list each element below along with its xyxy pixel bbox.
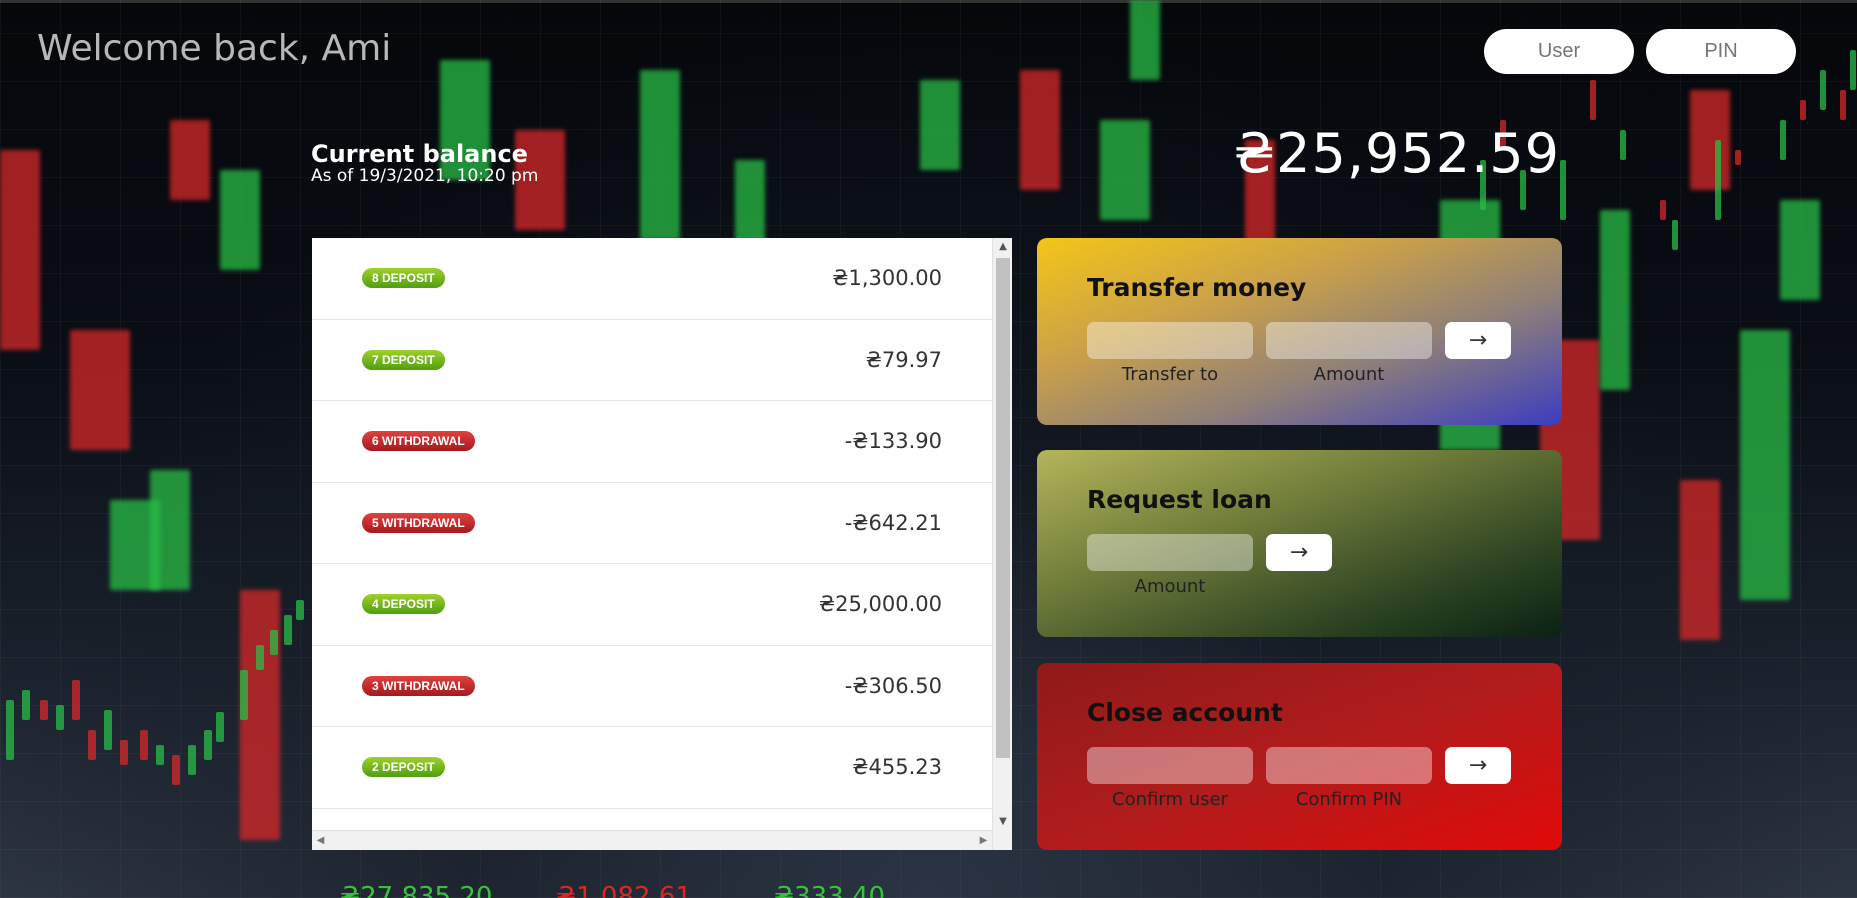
movement-value: ₴455.23: [852, 755, 942, 779]
login-user-input[interactable]: [1484, 29, 1634, 74]
movement-row: 8 DEPOSIT ₴1,300.00: [312, 238, 992, 320]
close-account-panel: Close account → Confirm user Confirm PIN: [1037, 663, 1562, 850]
loan-submit-button[interactable]: →: [1266, 534, 1332, 571]
movement-type-badge: 4 DEPOSIT: [362, 594, 445, 614]
scroll-up-icon[interactable]: ▲: [993, 238, 1012, 255]
summary-out-value: ₴1,082.61: [556, 882, 692, 898]
movement-value: -₴133.90: [844, 429, 942, 453]
transfer-amount-label: Amount: [1313, 364, 1385, 385]
movements-list: 8 DEPOSIT ₴1,300.00 7 DEPOSIT ₴79.97 6 WITHD…: [312, 238, 992, 809]
balance-date: As of 19/3/2021, 10:20 pm: [311, 166, 539, 186]
scroll-down-icon[interactable]: ▼: [993, 813, 1012, 830]
movement-type-badge: 3 WITHDRAWAL: [362, 675, 475, 696]
close-submit-button[interactable]: →: [1445, 747, 1511, 784]
loan-amount-label: Amount: [1134, 576, 1206, 597]
close-user-input[interactable]: [1087, 747, 1253, 784]
close-pin-input[interactable]: [1266, 747, 1432, 784]
scrollbar-thumb[interactable]: [996, 258, 1010, 758]
summary-interest-value: ₴333.40: [774, 882, 886, 898]
top-nav: Welcome back, Ami: [0, 0, 1857, 100]
welcome-message: Welcome back, Ami: [37, 28, 392, 69]
loan-title: Request loan: [1087, 485, 1272, 514]
balance-label: Current balance: [311, 140, 528, 168]
movement-value: ₴1,300.00: [832, 266, 942, 290]
balance-value: ₴25,952.59: [1233, 122, 1560, 185]
movement-type-badge: 5 WITHDRAWAL: [362, 512, 475, 533]
scroll-right-icon[interactable]: ▶: [975, 831, 992, 850]
close-pin-label: Confirm PIN: [1295, 789, 1403, 810]
loan-amount-input[interactable]: [1087, 534, 1253, 571]
movement-row: 7 DEPOSIT ₴79.97: [312, 320, 992, 401]
movement-row: 2 DEPOSIT ₴455.23: [312, 727, 992, 809]
summary-in-value: ₴27,835.20: [340, 882, 493, 898]
request-loan-panel: Request loan → Amount: [1037, 450, 1562, 637]
close-user-label: Confirm user: [1112, 789, 1228, 810]
movement-type-badge: 7 DEPOSIT: [362, 349, 445, 370]
transfer-submit-button[interactable]: →: [1445, 322, 1511, 359]
transfer-title: Transfer money: [1087, 273, 1307, 302]
movement-type-badge: 8 DEPOSIT: [362, 268, 445, 288]
movement-row: 6 WITHDRAWAL -₴133.90: [312, 401, 992, 483]
movement-row: 5 WITHDRAWAL -₴642.21: [312, 483, 992, 564]
vertical-scrollbar[interactable]: ▲ ▼: [992, 238, 1012, 850]
transfer-to-input[interactable]: [1087, 322, 1253, 359]
transfer-money-panel: Transfer money → Transfer to Amount: [1037, 238, 1562, 425]
movement-value: ₴25,000.00: [818, 592, 942, 616]
balance-info: Current balance As of 19/3/2021, 10:20 p…: [311, 140, 538, 186]
movement-type-badge: 6 WITHDRAWAL: [362, 431, 475, 451]
movement-value: -₴642.21: [844, 510, 942, 535]
movement-type-badge: 2 DEPOSIT: [362, 757, 445, 777]
movement-value: ₴79.97: [865, 347, 942, 372]
login-pin-input[interactable]: [1646, 29, 1796, 74]
movement-row: 4 DEPOSIT ₴25,000.00: [312, 564, 992, 646]
horizontal-scrollbar[interactable]: ◀ ▶: [312, 830, 992, 850]
close-title: Close account: [1087, 698, 1283, 727]
transfer-to-label: Transfer to: [1121, 364, 1219, 385]
transfer-amount-input[interactable]: [1266, 322, 1432, 359]
movement-value: -₴306.50: [844, 673, 942, 698]
movement-row: 3 WITHDRAWAL -₴306.50: [312, 646, 992, 727]
movements-panel[interactable]: 8 DEPOSIT ₴1,300.00 7 DEPOSIT ₴79.97 6 WITHD…: [312, 238, 1012, 850]
scroll-left-icon[interactable]: ◀: [312, 831, 329, 850]
